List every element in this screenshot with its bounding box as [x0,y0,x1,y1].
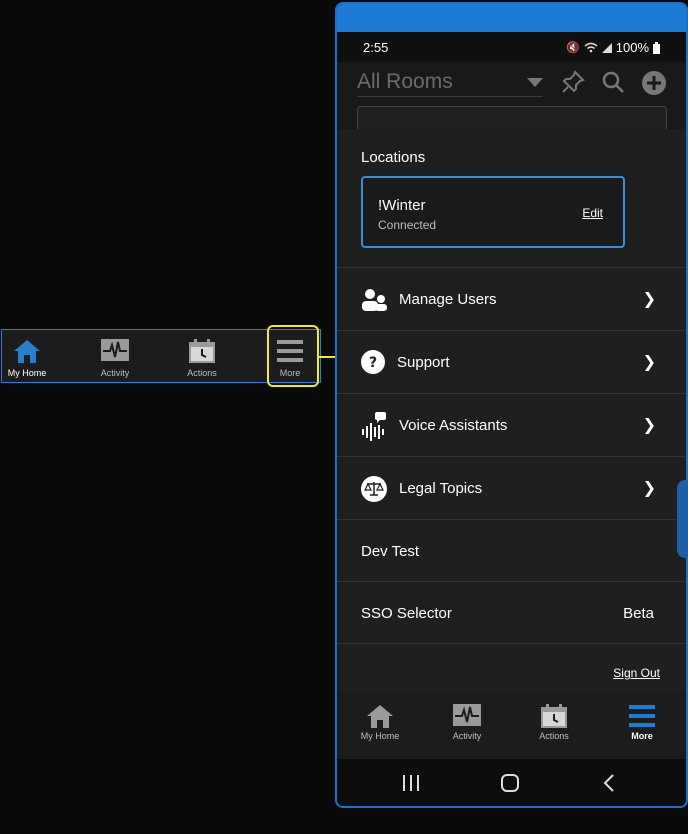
status-bar: 2:55 🔇 100% [337,32,686,62]
menu-item-label: Voice Assistants [399,417,508,434]
activity-icon [101,339,129,361]
menu-item-support[interactable]: ? Support ❯ [337,330,686,393]
status-time: 2:55 [363,40,389,55]
battery-icon [653,41,660,54]
wifi-icon [584,42,598,53]
phone-frame: 2:55 🔇 100% All Rooms Locations !Winter … [335,2,688,808]
tab-my-home[interactable]: My Home [340,691,420,759]
menu-item-legal-topics[interactable]: Legal Topics ❯ [337,456,686,519]
users-icon [362,289,387,311]
chevron-right-icon: ❯ [642,354,656,371]
menu-item-manage-users[interactable]: Manage Users ❯ [337,267,686,330]
svg-text:?: ? [369,355,377,371]
scales-icon [361,476,387,502]
sso-selector-value: Beta [623,605,654,622]
chevron-right-icon: ❯ [642,417,656,434]
tab-bar: My Home Activity Actions More [337,691,686,759]
recent-apps-icon[interactable] [401,773,421,793]
room-select-underline [357,96,543,97]
chevron-right-icon: ❯ [642,480,656,497]
more-highlight-box [267,325,319,387]
tab-activity[interactable]: Activity [427,691,507,759]
question-icon: ? [361,350,385,374]
location-card[interactable]: !Winter Connected Edit [361,176,625,248]
tab-label: My Home [360,731,400,741]
battery-percent: 100% [615,40,649,55]
search-icon[interactable] [601,70,625,94]
mini-tab-label: Actions [187,368,217,378]
app-header: All Rooms [337,62,686,146]
tab-label: More [631,731,653,741]
mini-tab-label: Activity [100,368,130,378]
activity-icon [453,704,481,726]
home-icon [367,705,393,728]
signal-icon [601,42,612,53]
chevron-down-icon[interactable] [527,78,543,87]
home-icon [14,340,40,363]
mini-tab-actions[interactable]: Actions [167,330,237,384]
menu-item-label: Legal Topics [399,480,483,497]
menu-item-sso-selector[interactable]: SSO Selector Beta [337,581,686,643]
mini-tab-activity[interactable]: Activity [80,330,150,384]
status-icons: 🔇 100% [566,40,660,55]
tab-more[interactable]: More [602,691,682,759]
system-nav-bar [337,759,686,806]
tab-label: Actions [539,731,569,741]
back-icon[interactable] [599,773,619,793]
menu-item-label: SSO Selector [361,605,452,622]
menu-item-label: Dev Test [361,543,420,560]
menu-item-voice-assistants[interactable]: Voice Assistants ❯ [337,393,686,456]
edge-panel-handle[interactable] [677,480,688,558]
mini-tab-my-home[interactable]: My Home [0,330,62,384]
tab-actions[interactable]: Actions [514,691,594,759]
mini-tab-label: My Home [7,368,47,378]
menu-icon [629,705,655,727]
mute-icon: 🔇 [566,42,580,54]
location-status: Connected [378,218,437,232]
room-select[interactable]: All Rooms [357,70,453,94]
sign-out-link[interactable]: Sign Out [613,666,660,680]
menu-item-label: Manage Users [399,291,497,308]
chevron-right-icon: ❯ [642,291,656,308]
calendar-icon [541,704,567,728]
pin-icon[interactable] [561,70,585,94]
home-button-icon[interactable] [500,773,520,793]
location-name: !Winter [378,197,426,214]
location-edit-link[interactable]: Edit [582,206,603,220]
menu-item-dev-test[interactable]: Dev Test [337,519,686,581]
add-icon[interactable] [641,70,667,96]
more-menu-sheet: Locations !Winter Connected Edit Manage … [337,129,686,691]
menu-item-label: Support [397,354,450,371]
voice-icon [362,412,386,441]
calendar-icon [189,339,215,363]
locations-title: Locations [361,149,426,166]
tab-label: Activity [452,731,482,741]
top-strip [337,4,686,32]
